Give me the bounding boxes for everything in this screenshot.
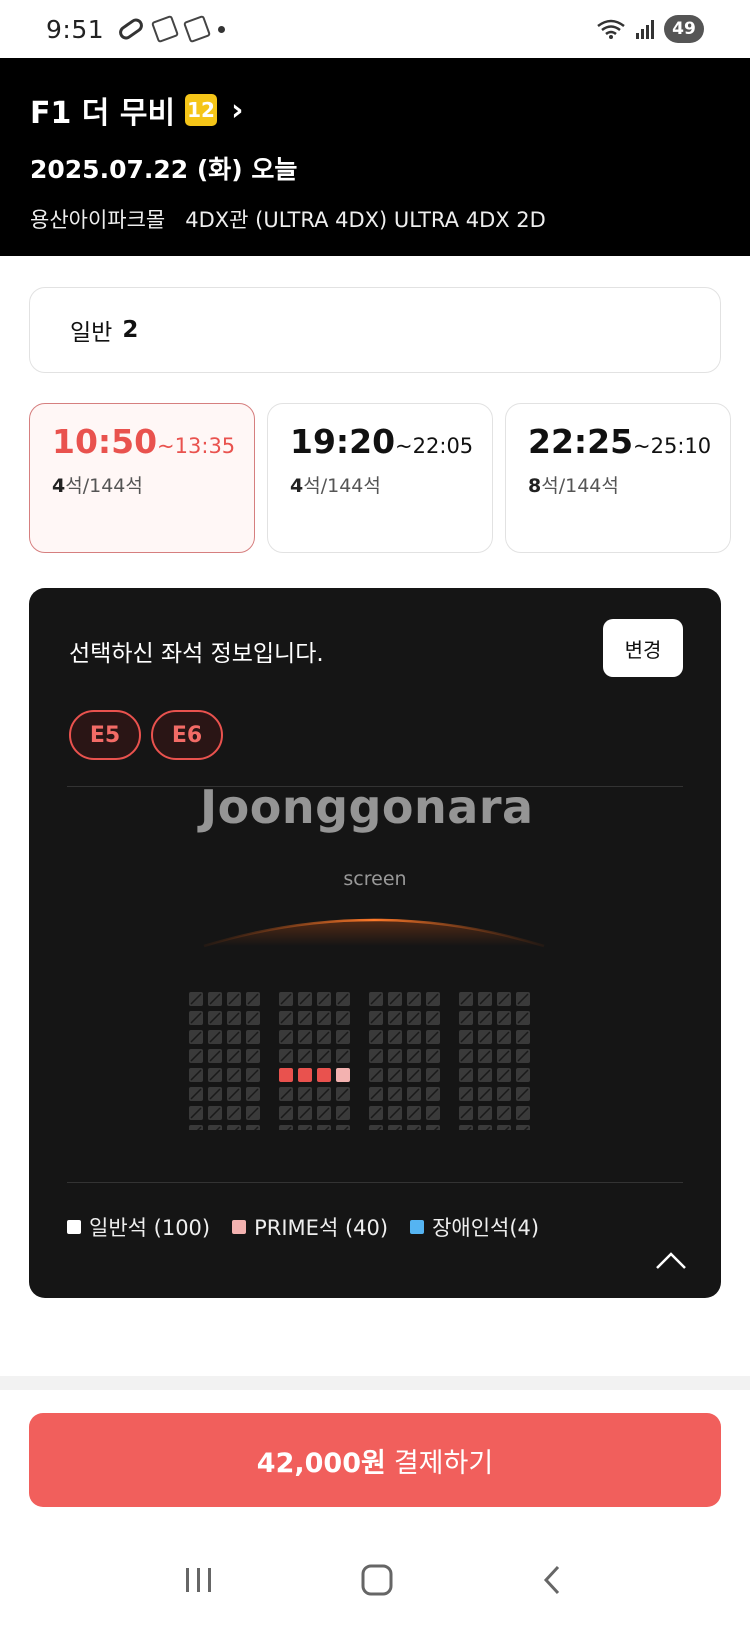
movie-date: 2025.07.22 (화) 오늘 — [30, 155, 298, 184]
battery-icon: 49 — [664, 15, 704, 43]
showtime-start: 22:25 — [528, 422, 634, 461]
age-rating-badge: 12 — [185, 94, 218, 126]
section-divider — [0, 1376, 750, 1390]
pay-button[interactable]: 42,000원 결제하기 — [29, 1413, 721, 1507]
back-icon[interactable] — [538, 1563, 568, 1597]
showtime-list: 10:50~13:35 4석/144석 19:20~22:05 4석/144석 … — [29, 403, 750, 553]
seats-total: 석/144석 — [65, 475, 143, 497]
movie-title: F1 더 무비 — [30, 96, 176, 131]
seats-total: 석/144석 — [541, 475, 619, 497]
showtime-card-2[interactable]: 19:20~22:05 4석/144석 — [267, 403, 493, 553]
notification-icon — [183, 14, 212, 44]
system-nav-bar — [0, 1540, 750, 1620]
screen-arc — [203, 918, 545, 948]
pay-price: 42,000원 — [256, 1447, 386, 1479]
change-button[interactable]: 변경 — [603, 619, 683, 677]
showtime-card-1[interactable]: 10:50~13:35 4석/144석 — [29, 403, 255, 553]
status-bar: 9:51 49 — [0, 0, 750, 58]
movie-place: 용산아이파크몰 4DX관 (ULTRA 4DX) ULTRA 4DX 2D — [30, 204, 720, 234]
legend-swatch — [410, 1220, 425, 1234]
seat-map[interactable] — [189, 990, 569, 1130]
recent-apps-icon[interactable] — [182, 1565, 216, 1595]
showtime-seats: 8석/144석 — [528, 471, 730, 498]
movie-header: F1 더 무비 12 › 2025.07.22 (화) 오늘 용산아이파크몰 4D… — [0, 58, 750, 256]
seats-remaining: 8 — [528, 475, 542, 497]
wifi-icon — [597, 19, 625, 39]
legend-swatch — [232, 1220, 247, 1234]
chevron-right-icon[interactable]: › — [231, 93, 243, 128]
seat-selected[interactable] — [298, 1068, 312, 1082]
showtime-card-3[interactable]: 22:25~25:10 8석/144석 — [505, 403, 731, 553]
selected-seat-chips: E5 E6 — [69, 710, 223, 760]
screen-label: screen — [343, 868, 407, 890]
seats-remaining: 4 — [290, 475, 304, 497]
legend-swatch — [67, 1220, 81, 1234]
seat-info-panel: 선택하신 좌석 정보입니다. 변경 E5 E6 screen 일반석 (100) — [29, 588, 721, 1298]
seat-selected[interactable] — [279, 1068, 293, 1082]
legend-item-prime: PRIME석 (40) — [232, 1212, 388, 1242]
showtime-start: 10:50 — [52, 422, 158, 461]
theater-name: 용산아이파크몰 — [30, 208, 166, 232]
home-icon[interactable] — [360, 1563, 394, 1597]
audience-selector[interactable]: 일반 2 — [29, 287, 721, 373]
status-notifications — [116, 14, 226, 44]
chevron-up-icon[interactable] — [653, 1248, 689, 1272]
divider — [67, 1182, 683, 1183]
pay-label: 결제하기 — [393, 1447, 494, 1479]
legend-item-accessible: 장애인석(4) — [410, 1212, 539, 1242]
legend-label: 일반석 (100) — [89, 1216, 211, 1240]
seats-total: 석/144석 — [303, 475, 381, 497]
status-system: 49 — [596, 15, 704, 43]
seat-legend: 일반석 (100) PRIME석 (40) 장애인석(4) — [67, 1212, 539, 1242]
hall-name: 4DX관 (ULTRA 4DX) ULTRA 4DX 2D — [185, 208, 546, 232]
legend-item-general: 일반석 (100) — [67, 1212, 210, 1242]
legend-label: 장애인석(4) — [432, 1216, 540, 1240]
movie-title-row[interactable]: F1 더 무비 12 › — [30, 88, 720, 132]
status-time: 9:51 — [46, 14, 105, 44]
seats-remaining: 4 — [52, 475, 66, 497]
dot-icon — [218, 25, 226, 33]
showtime-seats: 4석/144석 — [290, 471, 492, 498]
showtime-seats: 4석/144석 — [52, 471, 254, 498]
pill-icon — [116, 15, 146, 43]
notification-icon — [151, 14, 180, 44]
panel-title: 선택하신 좌석 정보입니다. — [69, 641, 324, 667]
showtime-start: 19:20 — [290, 422, 396, 461]
showtime-end: ~22:05 — [395, 434, 474, 458]
divider — [67, 786, 683, 787]
seat-chip: E5 — [69, 710, 141, 760]
signal-icon — [636, 19, 654, 39]
legend-label: PRIME석 (40) — [254, 1216, 389, 1240]
seat-selected[interactable] — [317, 1068, 331, 1082]
seat-prime_selected[interactable] — [336, 1068, 350, 1082]
audience-label: 일반 — [70, 320, 113, 346]
showtime-end: ~13:35 — [157, 434, 236, 458]
audience-count: 2 — [122, 317, 139, 343]
showtime-end: ~25:10 — [633, 434, 712, 458]
seat-chip: E6 — [151, 710, 223, 760]
